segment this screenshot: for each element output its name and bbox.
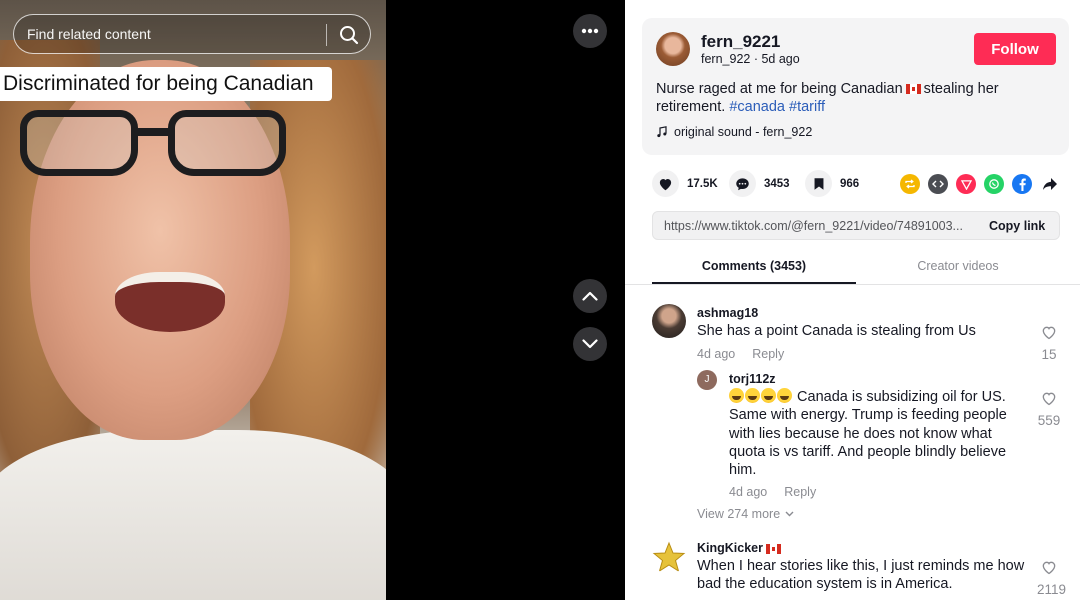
video-caption-overlay: Discriminated for being Canadian [0, 67, 332, 101]
reply-button[interactable]: Reply [784, 485, 816, 499]
share-arrow-icon[interactable] [1040, 174, 1060, 194]
author-card: fern_9221 fern_922 · 5d ago Follow Nurse… [642, 18, 1069, 155]
comment-like-count: 2119 [1037, 582, 1067, 597]
like-button[interactable]: 17.5K [652, 170, 718, 197]
comment-username[interactable]: KingKicker [697, 541, 784, 555]
follow-button[interactable]: Follow [974, 33, 1056, 65]
video-player[interactable]: Discriminated for being Canadian [0, 0, 386, 600]
tab-comments[interactable]: Comments (3453) [652, 252, 856, 284]
search-bar [13, 14, 371, 54]
comment-age: 4d ago [697, 347, 736, 361]
comment-line: him. [729, 462, 757, 479]
comment-line: quota is vs tariff. And people blindly b… [729, 443, 1007, 460]
comment-line: bad the education system is in America. [697, 576, 953, 593]
like-count: 17.5K [687, 177, 718, 190]
chevron-up-icon [582, 291, 598, 301]
video-link-box: https://www.tiktok.com/@fern_9221/video/… [652, 211, 1060, 240]
author-subline: fern_922 · 5d ago [701, 52, 800, 66]
comment-text: She has a point Canada is stealing from … [697, 323, 976, 339]
music-note-icon [657, 126, 667, 138]
reply-button[interactable]: Reply [752, 347, 784, 361]
save-button[interactable]: 966 [805, 170, 859, 197]
comment-username[interactable]: ashmag18 [697, 306, 758, 320]
hashtag-tariff[interactable]: #tariff [789, 99, 825, 115]
search-divider [326, 24, 327, 46]
details-panel: fern_9221 fern_922 · 5d ago Follow Nurse… [625, 0, 1080, 600]
avatar[interactable] [656, 32, 690, 66]
music-label: original sound - fern_922 [674, 125, 813, 139]
bookmark-icon [805, 170, 832, 197]
whatsapp-icon[interactable] [984, 174, 1004, 194]
search-input[interactable] [14, 15, 324, 53]
author-handle[interactable]: fern_922 [701, 52, 750, 66]
more-options-icon[interactable] [573, 14, 607, 48]
tab-creator-videos[interactable]: Creator videos [856, 252, 1060, 284]
hashtag-canada[interactable]: #canada [729, 99, 785, 115]
post-age: 5d ago [761, 52, 800, 66]
next-video-button[interactable] [573, 327, 607, 361]
repost-icon[interactable] [900, 174, 920, 194]
video-area: Discriminated for being Canadian [0, 0, 625, 600]
view-more-replies-button[interactable]: View 274 more [697, 507, 794, 521]
search-icon[interactable] [336, 22, 362, 48]
comment-icon [729, 170, 756, 197]
comment-line: with lies because he does not know what [729, 425, 992, 442]
description-text: Nurse raged at me for being Canadian [656, 81, 903, 97]
video-description: Nurse raged at me for being Canadian stea… [656, 80, 1026, 116]
embed-icon[interactable] [928, 174, 948, 194]
action-bar: 17.5K 3453 966 [652, 170, 1072, 198]
comment-line: Canada is subsidizing oil for US. [797, 389, 1006, 405]
comment-like-count: 559 [1037, 413, 1061, 428]
music-link[interactable]: original sound - fern_922 [656, 125, 812, 139]
canada-flag-icon [766, 543, 781, 554]
save-count: 966 [840, 177, 860, 190]
comment-like-button[interactable]: 2119 [1037, 560, 1067, 597]
comment-count: 3453 [764, 177, 790, 190]
comment-text: When I hear stories like this, I just re… [697, 557, 1042, 594]
comment-username-text: KingKicker [697, 541, 763, 555]
video-url[interactable]: https://www.tiktok.com/@fern_9221/video/… [664, 219, 974, 233]
comment-meta: 4d ago Reply [729, 485, 816, 499]
heart-outline-icon [1042, 326, 1056, 340]
chevron-down-icon [582, 339, 598, 349]
facebook-icon[interactable] [1012, 174, 1032, 194]
chevron-down-icon [785, 511, 794, 517]
comment-like-button[interactable]: 15 [1037, 325, 1061, 362]
comment-like-count: 15 [1041, 347, 1057, 362]
avatar-letter: J [704, 374, 710, 385]
comment-username[interactable]: torj112z [729, 372, 776, 386]
avatar[interactable] [652, 540, 686, 574]
heart-icon [652, 170, 679, 197]
comment-line: When I hear stories like this, I just re… [697, 558, 1025, 574]
comment-like-button[interactable]: 559 [1037, 391, 1061, 428]
laughing-emoji-icon [729, 388, 793, 405]
author-name[interactable]: fern_9221 [701, 32, 780, 52]
previous-video-button[interactable] [573, 279, 607, 313]
video-scene [0, 430, 386, 600]
avatar[interactable] [652, 304, 686, 338]
comment-line: Same with energy. Trump is feeding peopl… [729, 407, 1007, 424]
comment-meta: 4d ago Reply [697, 347, 784, 361]
comment-age: 4d ago [729, 485, 768, 499]
heart-outline-icon [1042, 392, 1056, 406]
avatar[interactable]: J [697, 370, 717, 390]
video-scene [20, 110, 290, 180]
divider [625, 284, 1080, 285]
panel-tabs: Comments (3453) Creator videos [652, 252, 1060, 284]
copy-link-button[interactable]: Copy link [989, 219, 1045, 233]
comment-button[interactable]: 3453 [729, 170, 790, 197]
heart-outline-icon [1042, 561, 1056, 575]
canada-flag-icon [905, 84, 921, 95]
send-to-friends-icon[interactable] [956, 174, 976, 194]
video-scene [115, 272, 225, 332]
view-more-label: View 274 more [697, 507, 781, 521]
comment-text: Canada is subsidizing oil for US. Same w… [729, 388, 1034, 479]
